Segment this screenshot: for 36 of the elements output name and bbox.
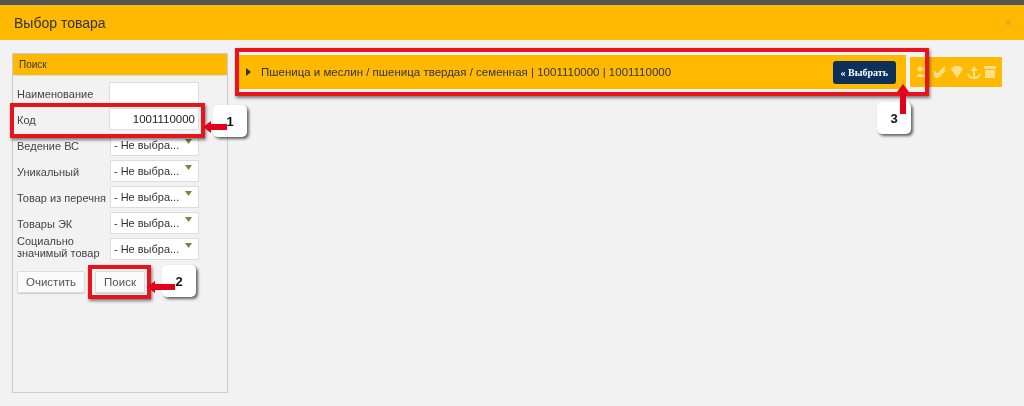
select-button[interactable]: « Выбрать: [832, 60, 896, 84]
dropdown[interactable]: - Не выбра...: [109, 238, 199, 260]
result-text: Пшеница и меслин / пшеница твердая / семенная | 1001110000 | 1001110000: [261, 66, 673, 78]
caret-icon: [185, 190, 192, 196]
dropdown[interactable]: - Не выбра...: [109, 212, 199, 234]
dropdown[interactable]: - Не выбра...: [109, 160, 199, 182]
highlight-frame: [88, 265, 151, 299]
input-field[interactable]: [109, 82, 199, 104]
caret-icon: [185, 216, 192, 222]
arrow-icon: [897, 84, 909, 114]
diamond-icon[interactable]: [950, 66, 964, 78]
field-label: Социально значимый товар: [17, 235, 101, 259]
field-label: Товар из перечня: [17, 191, 107, 204]
anchor-icon[interactable]: [967, 65, 981, 79]
arrow-icon: [147, 281, 175, 293]
archive-icon[interactable]: [984, 66, 996, 78]
field-label: Код: [17, 113, 37, 126]
expand-icon[interactable]: [245, 68, 252, 76]
clear-button[interactable]: Очистить: [17, 271, 86, 293]
arrow-icon: [203, 121, 227, 133]
step-badge: 1: [213, 105, 247, 137]
caret-icon: [185, 164, 192, 170]
field-label: Уникальный: [17, 165, 81, 178]
check-icon[interactable]: [933, 66, 947, 78]
field-label: Ведение ВС: [17, 139, 81, 152]
field-label: Товары ЭК: [17, 217, 74, 230]
panel-header: Поиск: [13, 54, 227, 76]
dropdown[interactable]: - Не выбра...: [109, 186, 199, 208]
window-title: Выбор товара: [14, 14, 106, 31]
input-field[interactable]: 1001110000: [109, 108, 199, 130]
users-icon[interactable]: [916, 66, 930, 78]
caret-icon: [185, 242, 192, 248]
step-badge: 2: [162, 265, 196, 297]
field-label: Наименование: [17, 87, 95, 100]
search-button[interactable]: Поиск: [95, 271, 145, 293]
caret-icon: [185, 138, 192, 144]
